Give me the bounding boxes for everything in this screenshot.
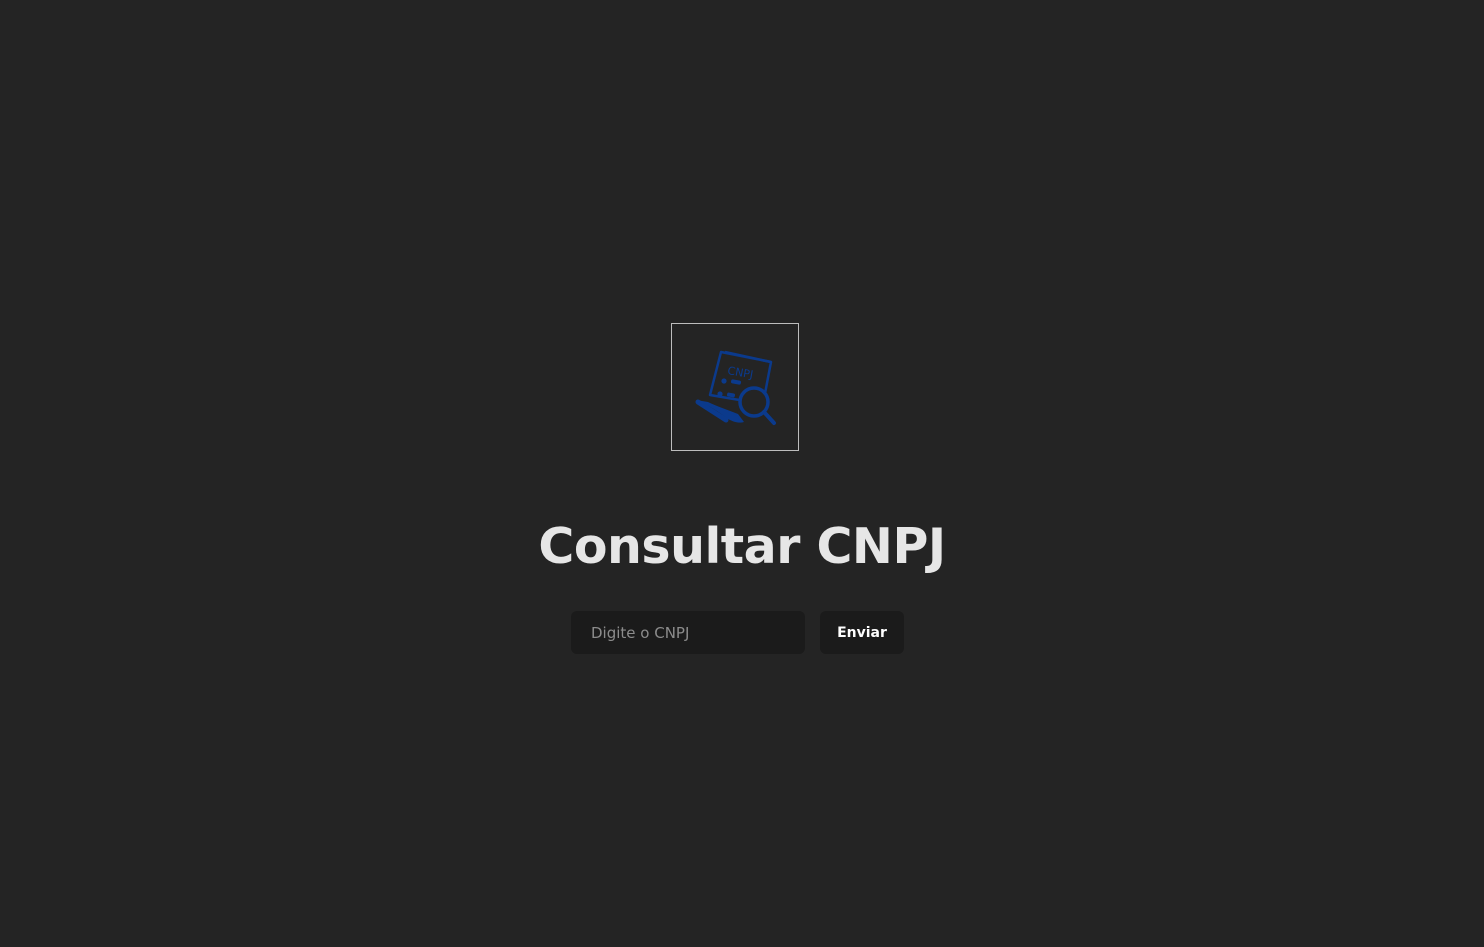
page-title: Consultar CNPJ [538,518,946,575]
send-button[interactable]: Enviar [820,611,904,654]
cnpj-document-search-icon: CNPJ [695,350,776,425]
logo-text: CNPJ [726,364,754,381]
page: CNPJ Consultar CNPJ Enviar [0,0,1484,947]
logo: CNPJ [671,323,799,451]
cnpj-input[interactable] [571,611,805,654]
